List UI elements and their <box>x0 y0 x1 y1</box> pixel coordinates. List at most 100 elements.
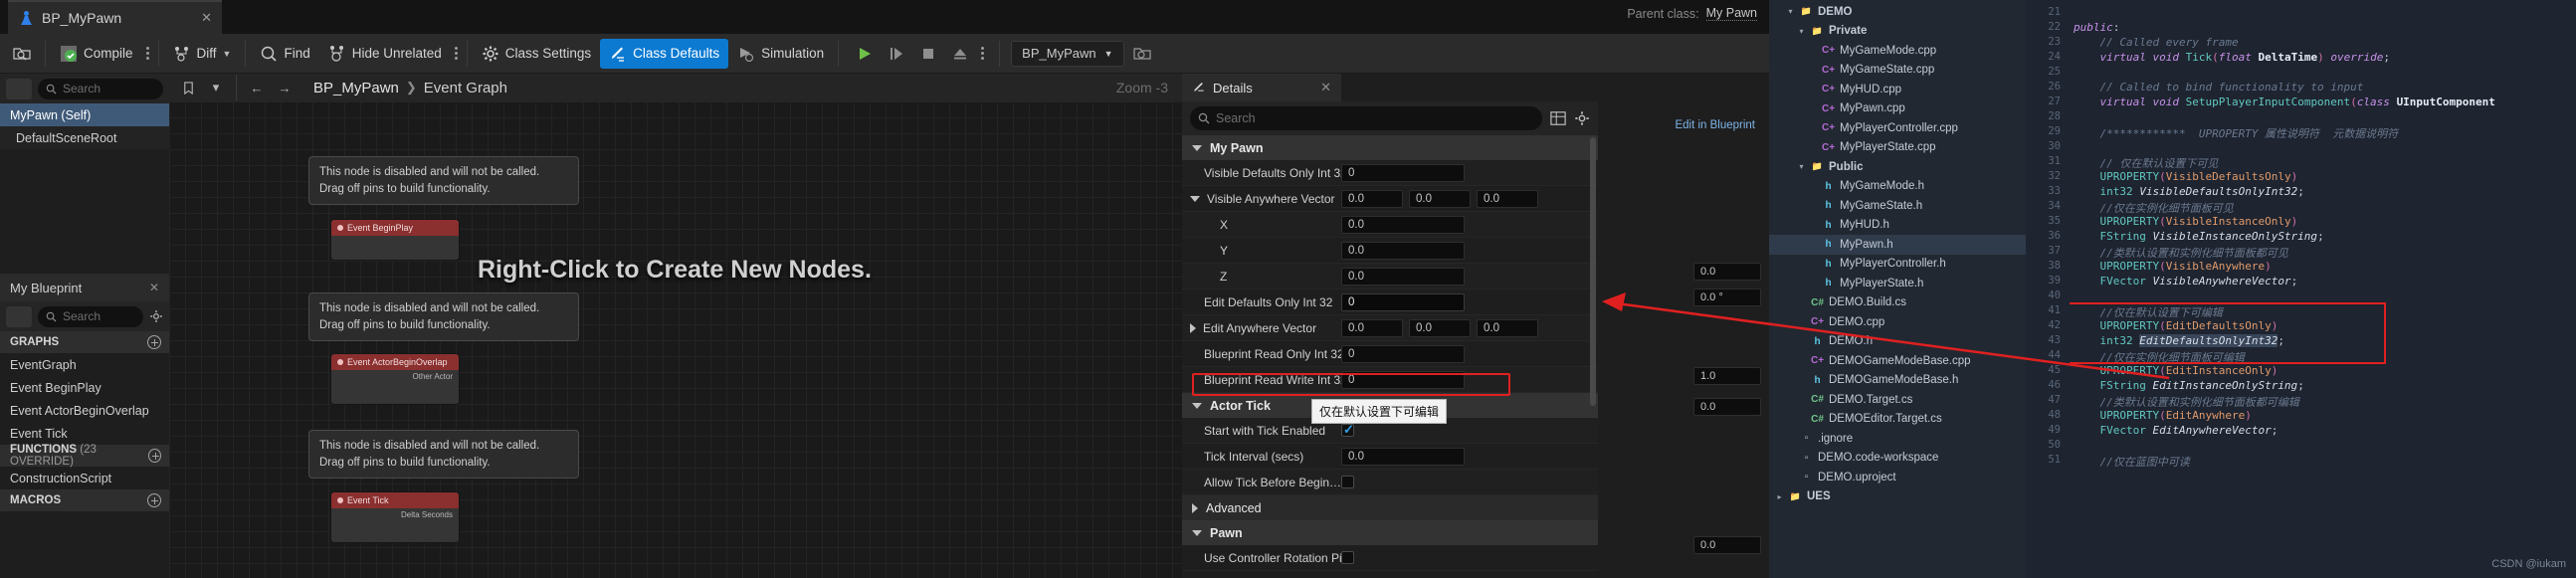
chevron-down-icon[interactable]: ▾ <box>1797 27 1806 36</box>
tick-interval-field[interactable]: 0.0 <box>1341 447 1465 466</box>
browse-asset-button[interactable] <box>4 34 40 74</box>
file-tree-item[interactable]: C+ MyGameState.cpp <box>1769 61 2026 81</box>
details-section-pawn[interactable]: Pawn <box>1182 520 1598 545</box>
node-event-beginplay[interactable]: Event BeginPlay <box>330 219 460 261</box>
close-icon[interactable]: ✕ <box>149 281 159 294</box>
strip-value-2[interactable]: 1.0 <box>1693 367 1761 385</box>
prop-row-vector-z[interactable]: Z 0.0 <box>1182 264 1598 289</box>
file-tree-item[interactable]: h MyGameMode.h <box>1769 177 2026 197</box>
blueprint-read-only-int32-field[interactable]: 0 <box>1341 344 1465 363</box>
code-line[interactable]: virtual void SetupPlayerInputComponent(c… <box>2070 96 2576 110</box>
prop-row-vector-x[interactable]: X 0.0 <box>1182 212 1598 238</box>
forward-button[interactable]: → <box>272 77 297 98</box>
file-tree-item[interactable]: C+ MyPawn.cpp <box>1769 99 2026 119</box>
section-macros[interactable]: MACROS <box>0 489 169 511</box>
code-line[interactable]: //仅在蓝图中可读 <box>2070 454 2576 469</box>
play-button[interactable] <box>850 40 880 68</box>
code-line[interactable]: //仅在实例化细节面板可编辑 <box>2070 349 2576 364</box>
code-line[interactable]: virtual void Tick(float DeltaTime) overr… <box>2070 51 2576 66</box>
file-tree-item[interactable]: C+ DEMOGameModeBase.cpp <box>1769 351 2026 371</box>
code-line[interactable]: FVector EditAnywhereVector; <box>2070 424 2576 439</box>
component-item-defaultsceneroot[interactable]: DefaultSceneRoot <box>0 126 169 149</box>
section-functions[interactable]: FUNCTIONS (23 OVERRIDE) <box>0 444 169 468</box>
file-tree-item[interactable]: C+ MyGameMode.cpp <box>1769 41 2026 61</box>
strip-value-4[interactable]: 0.0 <box>1693 536 1761 554</box>
parent-class-link[interactable]: My Pawn <box>1705 6 1757 21</box>
prop-row-blueprint-read-only-int32[interactable]: Blueprint Read Only Int 32 0 <box>1182 341 1598 367</box>
back-button[interactable]: ← <box>244 77 270 98</box>
prop-row-edit-defaults-only-int32[interactable]: Edit Defaults Only Int 32 0 <box>1182 289 1598 315</box>
code-line[interactable]: // Called to bind functionality to input <box>2070 81 2576 96</box>
code-line[interactable]: FString EditInstanceOnlyString; <box>2070 379 2576 394</box>
vector-x-field[interactable]: 0.0 <box>1341 215 1465 234</box>
file-tree-item[interactable]: ▸ 📁 UES <box>1769 487 2026 507</box>
graph-item-event-beginplay[interactable]: Event BeginPlay <box>0 376 169 399</box>
file-tree-item[interactable]: C# DEMO.Target.cs <box>1769 390 2026 410</box>
graph-item-eventgraph[interactable]: EventGraph <box>0 353 169 376</box>
code-content[interactable]: 💡 CSDN @iukam public: // Called every fr… <box>2070 0 2576 578</box>
code-line[interactable]: UPROPERTY(EditInstanceOnly) <box>2070 364 2576 379</box>
vector-z-field[interactable]: 0.0 <box>1341 267 1465 286</box>
file-tree-item[interactable]: C+ DEMO.cpp <box>1769 312 2026 332</box>
step-button[interactable] <box>882 40 911 68</box>
node-event-tick[interactable]: Event Tick Delta Seconds <box>330 491 460 543</box>
file-tree-item[interactable]: ▫ DEMO.code-workspace <box>1769 449 2026 469</box>
hide-unrelated-options-button[interactable] <box>451 45 462 62</box>
strip-value-0[interactable]: 0.0 <box>1693 263 1761 281</box>
add-graph-icon[interactable] <box>147 335 161 349</box>
details-scrollbar[interactable] <box>1590 137 1596 406</box>
code-line[interactable]: // Called every frame <box>2070 36 2576 51</box>
prop-row-vector-y[interactable]: Y 0.0 <box>1182 238 1598 264</box>
play-options-button[interactable] <box>977 45 988 62</box>
components-search-input[interactable]: Search <box>38 78 163 99</box>
edit-anywhere-vector-y[interactable]: 0.0 <box>1409 318 1471 337</box>
class-settings-button[interactable]: Class Settings <box>473 34 600 74</box>
code-line[interactable]: UPROPERTY(VisibleAnywhere) <box>2070 260 2576 275</box>
vector-y-field[interactable]: 0.0 <box>1341 241 1465 260</box>
file-tree-item[interactable]: h MyPlayerController.h <box>1769 255 2026 275</box>
prop-row-edit-anywhere-vector[interactable]: Edit Anywhere Vector 0.0 0.0 0.0 <box>1182 315 1598 341</box>
find-button[interactable]: Find <box>251 34 318 74</box>
code-line[interactable] <box>2070 439 2576 454</box>
node-pin-label[interactable]: Delta Seconds <box>331 508 459 521</box>
code-line[interactable]: /************ UPROPERTY 属性说明符 元数据说明符 <box>2070 125 2576 140</box>
code-line[interactable]: UPROPERTY(VisibleInstanceOnly) <box>2070 215 2576 230</box>
edit-defaults-only-int32-field[interactable]: 0 <box>1341 292 1465 311</box>
chevron-right-icon[interactable]: ▸ <box>1775 492 1784 501</box>
gear-icon[interactable] <box>149 309 163 323</box>
edit-anywhere-vector-z[interactable]: 0.0 <box>1477 318 1538 337</box>
details-search-input[interactable]: Search <box>1190 106 1542 130</box>
prop-row-visible-anywhere-vector[interactable]: Visible Anywhere Vector 0.0 0.0 0.0 <box>1182 186 1598 212</box>
compile-button[interactable]: Compile <box>51 34 142 74</box>
code-line[interactable]: //仅在默认设置下可编辑 <box>2070 304 2576 319</box>
file-tree-item[interactable]: h DEMO.h <box>1769 332 2026 352</box>
add-new-button[interactable] <box>6 305 32 327</box>
strip-value-3[interactable]: 0.0 <box>1693 398 1761 416</box>
chevron-down-icon[interactable]: ▾ <box>1797 162 1806 171</box>
code-line[interactable] <box>2070 140 2576 155</box>
file-tree-item[interactable]: C+ MyHUD.cpp <box>1769 80 2026 99</box>
code-line[interactable]: int32 VisibleDefaultsOnlyInt32; <box>2070 185 2576 200</box>
bookmark-icon[interactable] <box>175 77 201 98</box>
gear-icon[interactable] <box>1574 110 1590 126</box>
code-line[interactable] <box>2070 6 2576 21</box>
add-macro-icon[interactable] <box>147 493 161 507</box>
close-icon[interactable]: ✕ <box>1320 80 1331 96</box>
file-tree-item[interactable]: ▾ 📁 DEMO <box>1769 2 2026 22</box>
code-line[interactable]: UPROPERTY(VisibleDefaultsOnly) <box>2070 170 2576 185</box>
code-line[interactable]: FVector VisibleAnywhereVector; <box>2070 275 2576 289</box>
browse-content-button[interactable] <box>1124 34 1160 74</box>
file-tree-item[interactable]: C# DEMOEditor.Target.cs <box>1769 410 2026 430</box>
close-icon[interactable]: ✕ <box>201 10 212 26</box>
use-controller-rotation-pitch-checkbox[interactable] <box>1341 551 1354 564</box>
code-line[interactable]: // 仅在默认设置下可见 <box>2070 155 2576 170</box>
sidebar-tab-my-blueprint[interactable]: My Blueprint ✕ <box>0 274 169 301</box>
blueprint-read-write-int32-field[interactable]: 0 <box>1341 370 1465 389</box>
chevron-down-icon[interactable]: ▾ <box>1786 7 1795 16</box>
code-line[interactable]: //类默认设置和实例化细节面板都可编辑 <box>2070 394 2576 409</box>
node-pin-label[interactable]: Other Actor <box>331 370 459 383</box>
graph-item-event-tick[interactable]: Event Tick <box>0 422 169 445</box>
edit-anywhere-vector-x[interactable]: 0.0 <box>1341 318 1403 337</box>
chevron-right-icon[interactable] <box>1190 322 1196 333</box>
chevron-down-icon[interactable] <box>1190 195 1200 202</box>
